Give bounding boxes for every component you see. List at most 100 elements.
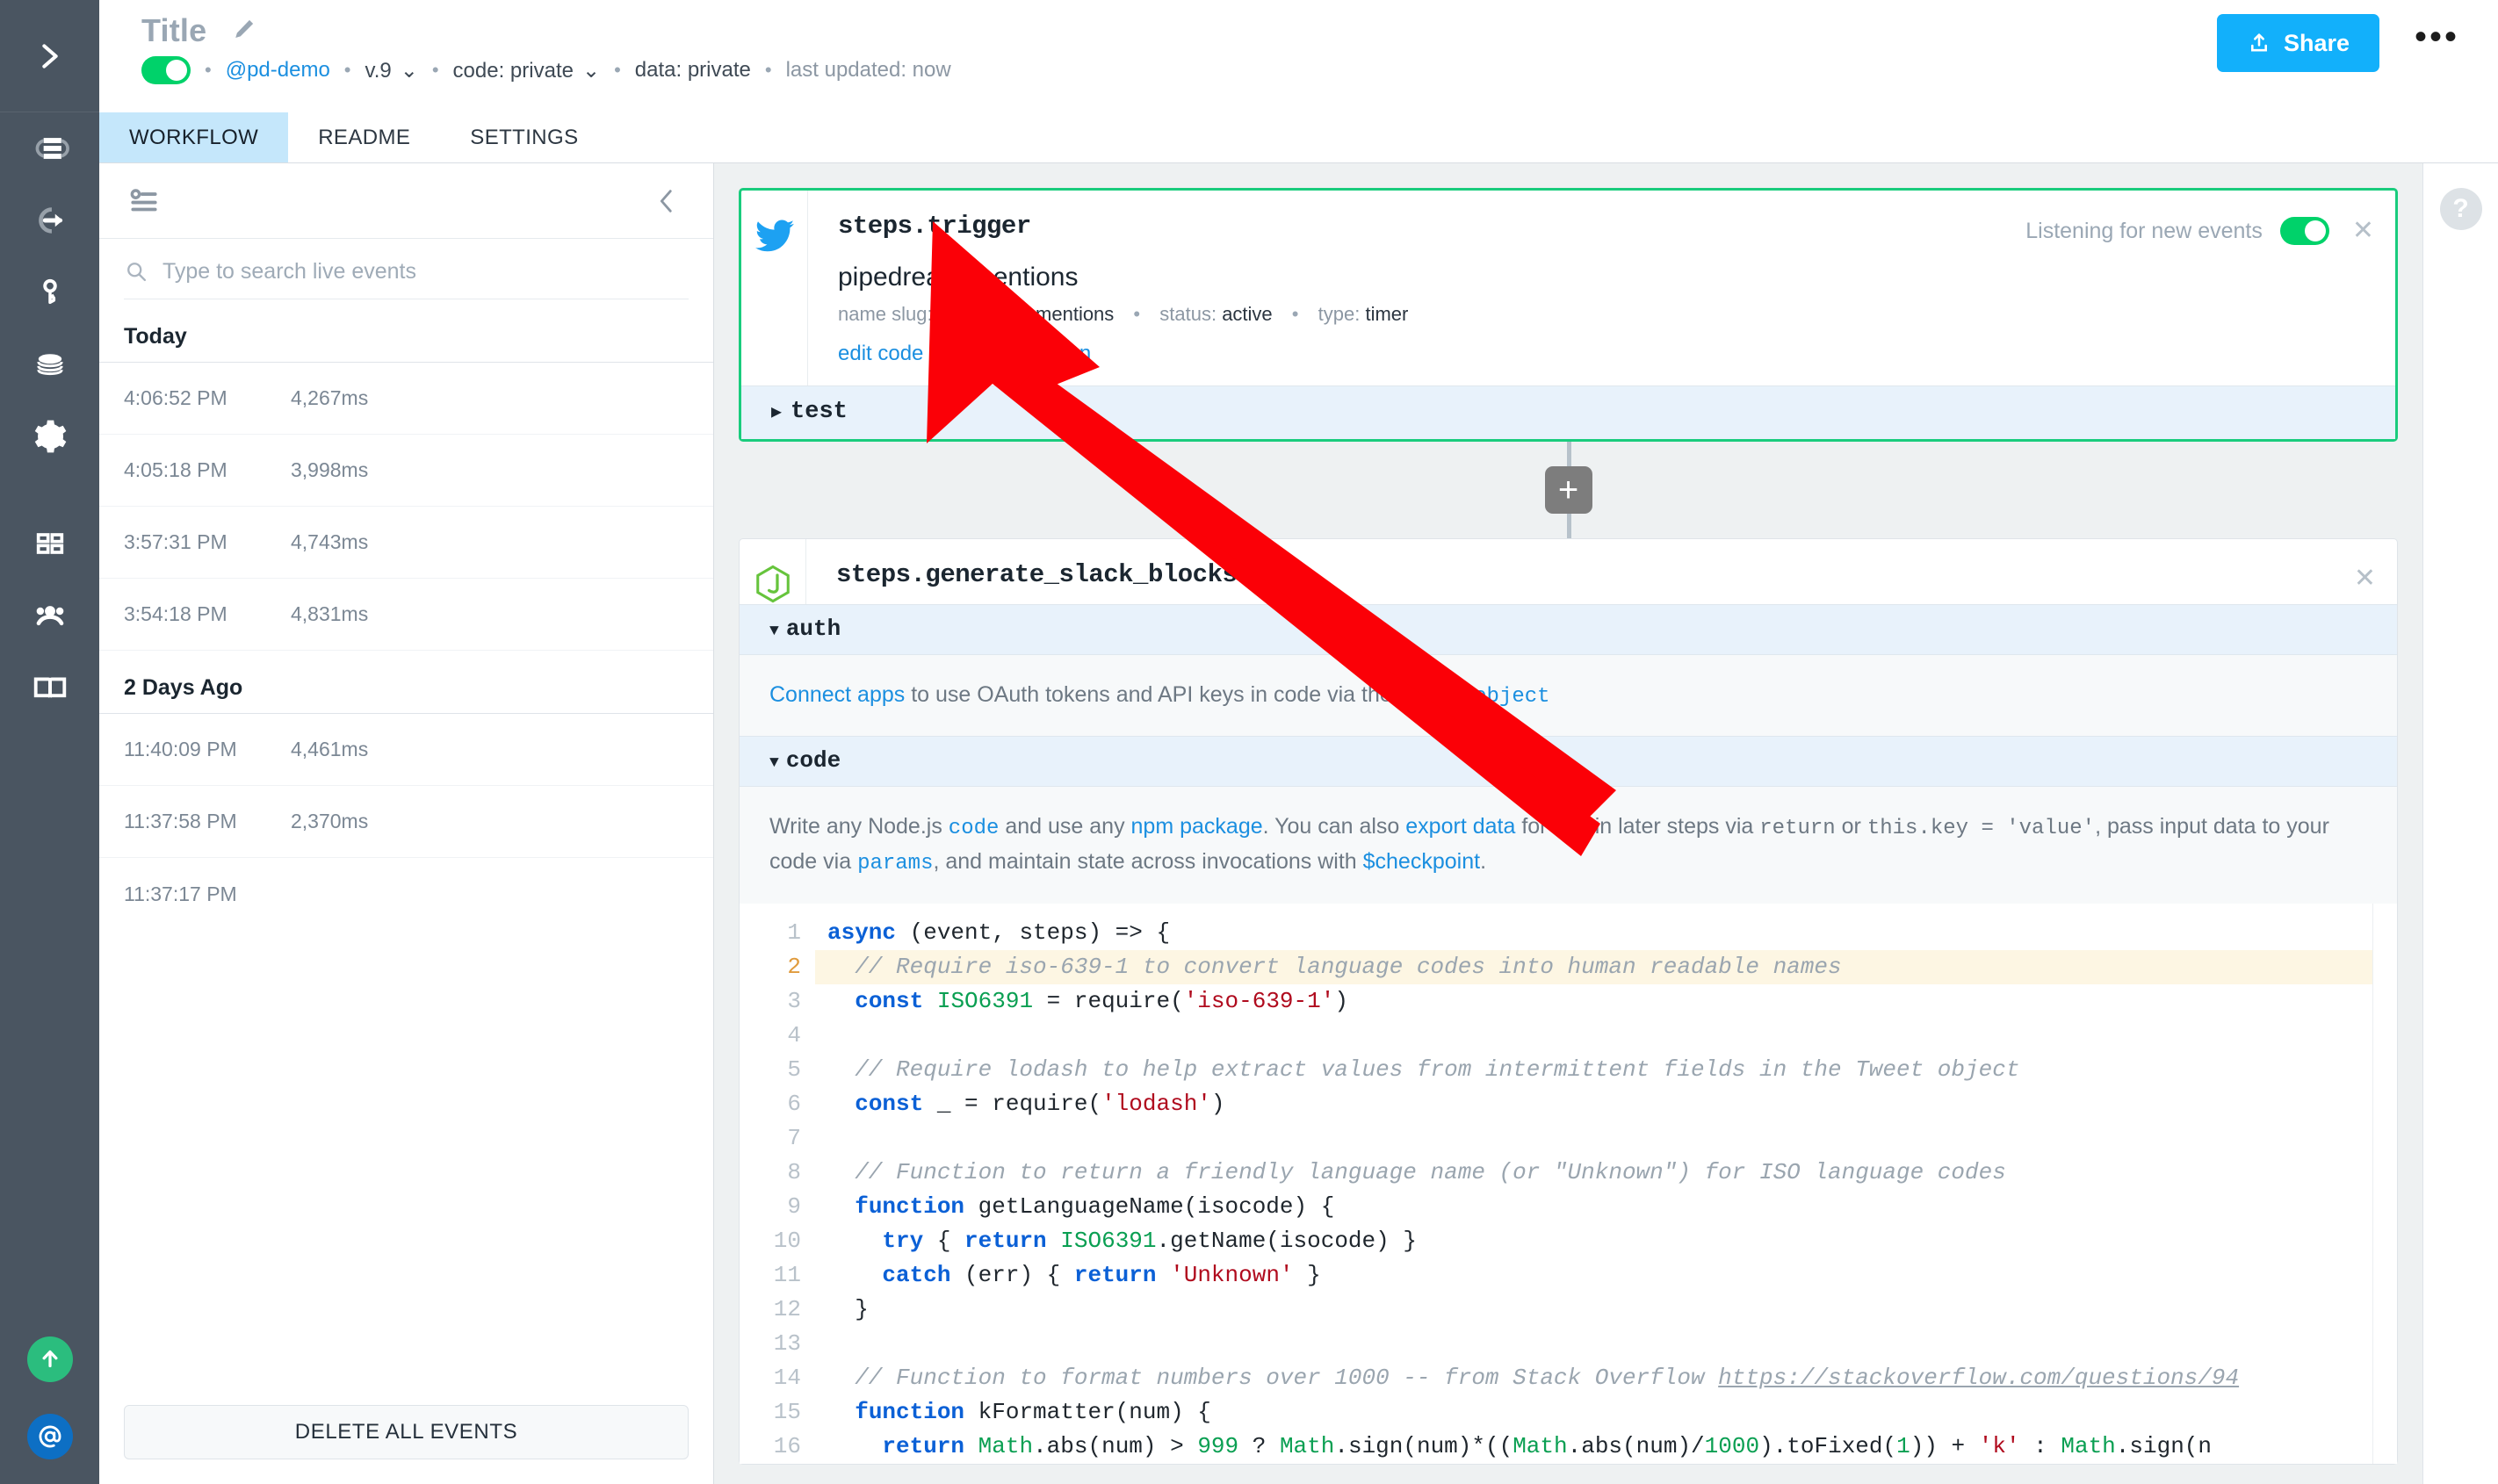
- code-desc-c: . You can also: [1263, 814, 1406, 839]
- share-button[interactable]: Share: [2217, 14, 2379, 72]
- tab-readme[interactable]: README: [288, 112, 440, 162]
- trigger-test-section[interactable]: ▶test: [741, 385, 2395, 439]
- editor-code-area[interactable]: async (event, steps) => { // Require iso…: [815, 904, 2397, 1464]
- tab-settings[interactable]: SETTINGS: [440, 112, 608, 162]
- code-editor[interactable]: 1 2 3 4 5 6 7 8 9 10 11: [740, 904, 2397, 1464]
- code-visibility-dropdown[interactable]: code: private⌄: [453, 58, 601, 83]
- help-button[interactable]: ?: [2440, 188, 2482, 230]
- tab-workflow[interactable]: WORKFLOW: [99, 112, 288, 162]
- event-duration: 4,743ms: [291, 530, 368, 554]
- workflow-tabs: WORKFLOW README SETTINGS: [99, 112, 2498, 163]
- event-duration: 3,998ms: [291, 458, 368, 482]
- event-row[interactable]: 3:57:31 PM 4,743ms: [99, 507, 713, 579]
- workflow-enable-toggle[interactable]: [141, 56, 191, 84]
- edit-code-and-configuration-link[interactable]: edit code and configuration: [808, 326, 1121, 385]
- toggle-knob: [166, 60, 187, 81]
- mentions-button[interactable]: [27, 1414, 73, 1459]
- separator-dot: •: [1133, 303, 1140, 325]
- trigger-titlebar: steps.trigger Listening for new events ✕: [808, 191, 2395, 245]
- workflows-icon: [31, 129, 69, 168]
- delete-all-events-button[interactable]: DELETE ALL EVENTS: [124, 1405, 689, 1459]
- sidebar-item-apps[interactable]: [0, 508, 99, 580]
- auths-object-link[interactable]: auths object: [1398, 685, 1550, 709]
- upgrade-button[interactable]: [27, 1336, 73, 1382]
- code-desc-b: and use any: [999, 814, 1130, 839]
- event-row[interactable]: 3:54:18 PM 4,831ms: [99, 579, 713, 651]
- event-row[interactable]: 4:06:52 PM 4,267ms: [99, 363, 713, 435]
- params-link[interactable]: params: [857, 852, 933, 875]
- npm-package-link[interactable]: npm package: [1131, 814, 1263, 839]
- event-time: 11:37:58 PM: [124, 810, 291, 833]
- docs-book-icon: [30, 667, 70, 708]
- separator-dot: •: [1292, 303, 1299, 325]
- event-row[interactable]: 4:05:18 PM 3,998ms: [99, 435, 713, 507]
- event-row[interactable]: 11:37:17 PM: [99, 858, 713, 930]
- workflow-canvas: ? steps.trig: [714, 163, 2498, 1484]
- account-link[interactable]: @pd-demo: [226, 58, 330, 83]
- expand-panel-icon: [32, 39, 68, 74]
- auth-section-title: auth: [786, 616, 841, 642]
- edit-title-button[interactable]: [231, 16, 257, 47]
- data-visibility-label: data: private: [635, 58, 751, 83]
- apps-grid-icon: [32, 526, 68, 561]
- line-number: 1: [740, 916, 801, 950]
- more-options-button[interactable]: •••: [2415, 19, 2459, 67]
- code-line: [815, 1121, 2397, 1156]
- sidebar-item-settings[interactable]: [0, 400, 99, 472]
- steps-container: steps.trigger Listening for new events ✕…: [714, 188, 2422, 1465]
- chevron-left-icon[interactable]: [652, 186, 682, 216]
- event-duration: 2,370ms: [291, 810, 368, 833]
- line-number: 3: [740, 984, 801, 1019]
- trigger-step-card: steps.trigger Listening for new events ✕…: [739, 188, 2398, 442]
- this-key-snippet: this.key = 'value': [1867, 817, 2095, 840]
- connect-apps-link[interactable]: Connect apps: [769, 682, 905, 707]
- close-icon[interactable]: ✕: [2352, 218, 2374, 244]
- code-line: const ISO6391 = require('iso-639-1'): [815, 984, 2397, 1019]
- close-icon[interactable]: ✕: [2354, 566, 2376, 592]
- twitter-icon: [754, 215, 796, 257]
- code-step-name: steps.generate_slack_blocks: [836, 560, 1237, 589]
- test-label: test: [791, 399, 848, 425]
- sidebar-item-workflows[interactable]: [0, 112, 99, 184]
- event-time: 3:57:31 PM: [124, 530, 291, 554]
- line-number: 11: [740, 1258, 801, 1293]
- event-list-icon[interactable]: [127, 184, 161, 218]
- auth-section-body: Connect apps to use OAuth tokens and API…: [740, 655, 2397, 736]
- header-actions: Share •••: [2217, 14, 2459, 72]
- checkpoint-link[interactable]: $checkpoint: [1363, 849, 1480, 874]
- event-time: 4:06:52 PM: [124, 386, 291, 410]
- code-section-header[interactable]: ▼code: [740, 736, 2397, 787]
- event-time: 11:37:17 PM: [124, 882, 291, 906]
- listening-toggle[interactable]: [2280, 217, 2329, 245]
- code-desc-a: Write any Node.js: [769, 814, 949, 839]
- rail-bottom-actions: [0, 1305, 99, 1484]
- app-root: Title • @pd-demo • v.9⌄ • code: private⌄…: [0, 0, 2498, 1484]
- sidebar-item-docs[interactable]: [0, 652, 99, 724]
- pencil-icon: [231, 16, 257, 42]
- data-stores-icon: [31, 345, 69, 384]
- listening-label: Listening for new events: [2025, 219, 2263, 244]
- sidebar-item-data-stores[interactable]: [0, 328, 99, 400]
- export-data-link[interactable]: export data: [1405, 814, 1515, 839]
- chevron-down-icon: ⌄: [401, 58, 418, 83]
- event-duration: 4,461ms: [291, 738, 368, 761]
- sidebar-item-keys[interactable]: [0, 256, 99, 328]
- code-link[interactable]: code: [949, 817, 1000, 840]
- expand-panel-button[interactable]: [0, 0, 99, 112]
- code-line: [815, 1327, 2397, 1361]
- events-group-label: Today: [99, 299, 713, 363]
- events-panel: Today 4:06:52 PM 4,267ms 4:05:18 PM 3,99…: [99, 163, 714, 1484]
- event-duration: 4,831ms: [291, 602, 368, 626]
- auth-section-header[interactable]: ▼auth: [740, 604, 2397, 655]
- sidebar-item-community[interactable]: [0, 580, 99, 652]
- event-time: 3:54:18 PM: [124, 602, 291, 626]
- sidebar-item-sources[interactable]: [0, 184, 99, 256]
- event-row[interactable]: 11:40:09 PM 4,461ms: [99, 714, 713, 786]
- mentions-icon: [35, 1422, 65, 1452]
- add-step-button[interactable]: +: [1545, 466, 1592, 514]
- code-line: async (event, steps) => {: [815, 916, 2397, 950]
- meta-type-label: type:: [1318, 303, 1361, 325]
- search-input[interactable]: [162, 259, 689, 285]
- version-dropdown[interactable]: v.9⌄: [365, 58, 418, 83]
- event-row[interactable]: 11:37:58 PM 2,370ms: [99, 786, 713, 858]
